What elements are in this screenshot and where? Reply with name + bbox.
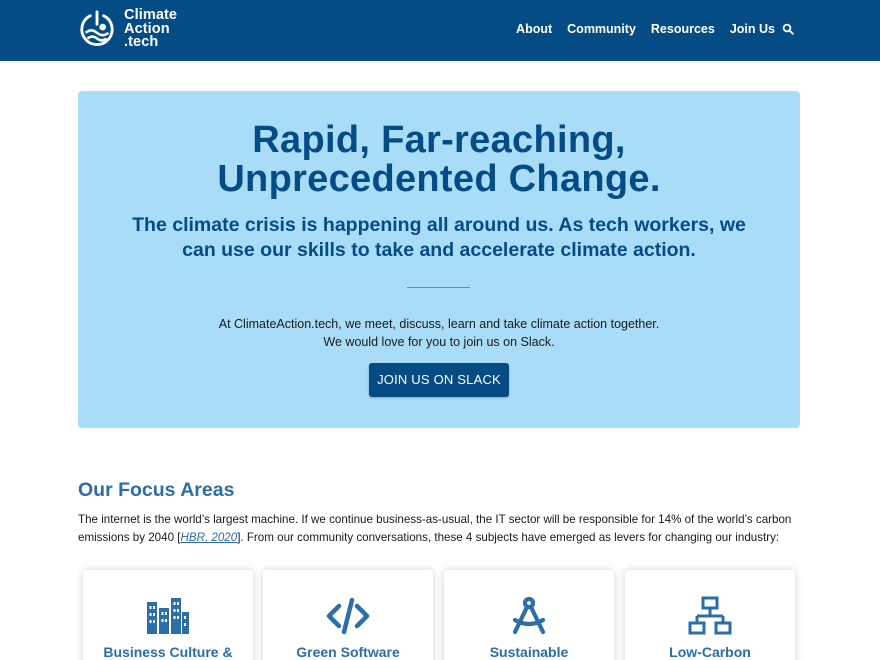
- hero-title-line: Unprecedented Change.: [217, 158, 661, 200]
- logo-text: Climate Action .tech: [124, 8, 177, 50]
- hero-title-line: Rapid, Far-reaching,: [252, 119, 626, 161]
- focus-cards: Business Culture & Green Software Sustai…: [83, 570, 795, 660]
- focus-card-title: Business Culture &: [103, 644, 233, 660]
- hero-banner: Rapid, Far-reaching, Unprecedented Chang…: [78, 91, 800, 428]
- nav-resources[interactable]: Resources: [651, 21, 715, 37]
- hbr-2020-link[interactable]: HBR, 2020: [180, 531, 237, 544]
- climate-action-logo-icon: [80, 10, 114, 47]
- focus-card-title: Green Software: [296, 644, 400, 660]
- focus-card-sustainable[interactable]: Sustainable: [444, 570, 614, 660]
- nav-about[interactable]: About: [516, 21, 552, 37]
- focus-card-low-carbon[interactable]: Low-Carbon: [625, 570, 795, 660]
- building-icon: [147, 598, 189, 634]
- hero-description-line: At ClimateAction.tech, we meet, discuss,…: [218, 317, 660, 331]
- code-icon: [326, 597, 370, 635]
- nav-community[interactable]: Community: [567, 21, 636, 37]
- hero-subtitle: The climate crisis is happening all arou…: [108, 213, 770, 263]
- hero-title: Rapid, Far-reaching, Unprecedented Chang…: [78, 121, 800, 199]
- focus-areas-intro: The internet is the world’s largest mach…: [78, 511, 800, 547]
- focus-card-green-software[interactable]: Green Software: [263, 570, 433, 660]
- hero-subtitle-line: can use our skills to take and accelerat…: [182, 239, 696, 261]
- focus-card-business-culture[interactable]: Business Culture &: [83, 570, 253, 660]
- hero-subtitle-line: The climate crisis is happening all arou…: [132, 214, 746, 236]
- hero-divider: [407, 287, 470, 288]
- hero-description-line: We would love for you to join us on Slac…: [323, 335, 555, 349]
- site-header: Climate Action .tech About Community Res…: [0, 0, 880, 61]
- focus-areas-title: Our Focus Areas: [78, 479, 235, 501]
- focus-card-title: Low-Carbon: [669, 644, 751, 660]
- focus-intro-text: ]. From our community conversations, the…: [237, 531, 780, 544]
- main-nav: About Community Resources Join Us: [501, 21, 794, 37]
- network-icon: [688, 596, 732, 635]
- focus-card-title: Sustainable: [489, 644, 569, 660]
- logo-line: .tech: [124, 34, 159, 50]
- nav-join-us[interactable]: Join Us: [730, 21, 775, 37]
- logo-link[interactable]: Climate Action .tech: [78, 8, 177, 50]
- join-slack-button[interactable]: JOIN US ON SLACK: [369, 363, 509, 397]
- search-icon[interactable]: [782, 23, 794, 35]
- compass-icon: [512, 596, 546, 635]
- hero-description: At ClimateAction.tech, we meet, discuss,…: [138, 315, 740, 351]
